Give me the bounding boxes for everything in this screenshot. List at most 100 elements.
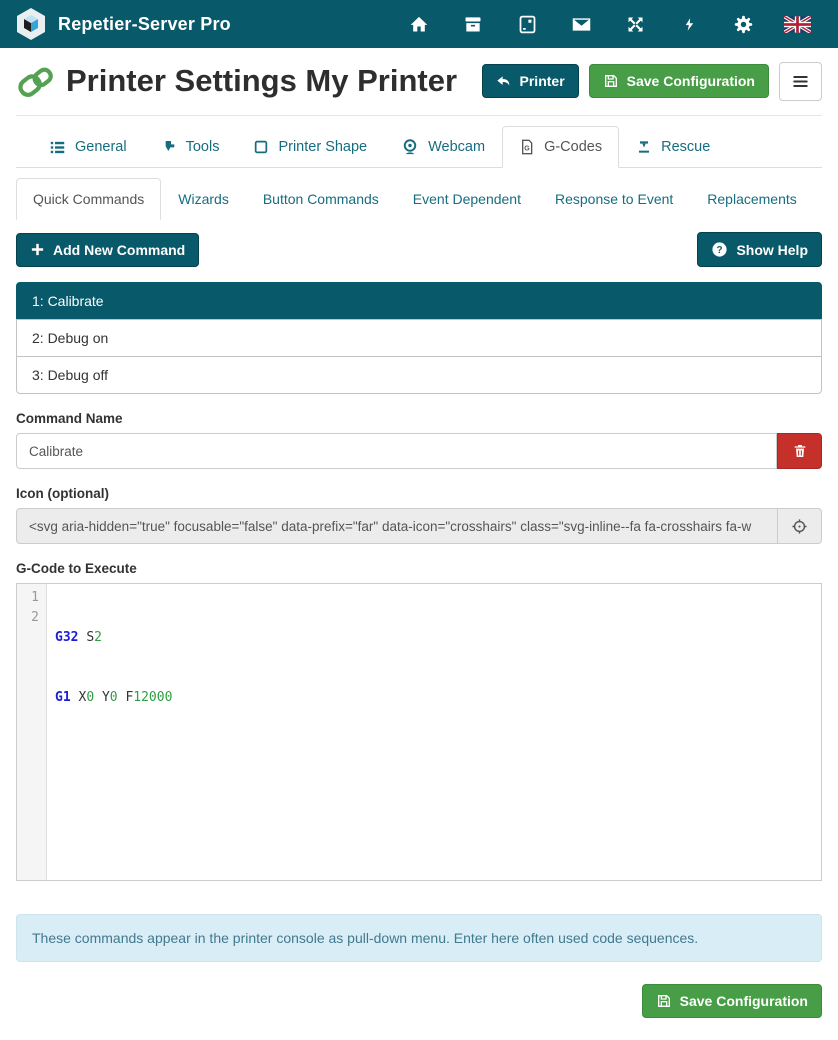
- repetier-logo-icon: [14, 7, 48, 41]
- code-token: Y: [102, 690, 110, 705]
- save-floppy-icon: [656, 993, 672, 1009]
- tab-g-codes[interactable]: G G-Codes: [502, 126, 619, 168]
- tab-rescue[interactable]: Rescue: [619, 126, 727, 168]
- hamburger-icon: [791, 72, 810, 91]
- save-configuration-button-bottom[interactable]: Save Configuration: [642, 984, 822, 1018]
- gcode-file-icon: G: [519, 139, 535, 155]
- page-header: Printer Settings My Printer Printer Save…: [16, 48, 822, 111]
- home-icon[interactable]: [392, 0, 446, 48]
- code-token: 2: [94, 630, 102, 645]
- fullscreen-icon[interactable]: [608, 0, 662, 48]
- tab-printer-shape[interactable]: Printer Shape: [236, 126, 384, 168]
- svg-text:G: G: [524, 146, 530, 153]
- save-configuration-button-top[interactable]: Save Configuration: [589, 64, 769, 98]
- tab-tools-label: Tools: [186, 139, 220, 155]
- code-token: 0: [86, 690, 94, 705]
- back-to-printer-label: Printer: [520, 73, 565, 89]
- reply-arrow-icon: [496, 73, 512, 89]
- line-number: 1: [17, 588, 39, 608]
- extruder-icon: [161, 139, 177, 155]
- tab-printer-shape-label: Printer Shape: [278, 139, 367, 155]
- command-item-label: 3: Debug off: [32, 367, 108, 383]
- subtab-wizards-label: Wizards: [178, 191, 229, 207]
- app-title: Repetier-Server Pro: [58, 14, 231, 35]
- subtab-quick-commands-label: Quick Commands: [33, 191, 144, 207]
- command-name-label: Command Name: [16, 411, 822, 426]
- header-divider: [16, 115, 822, 116]
- tab-general-label: General: [75, 139, 127, 155]
- subtab-event-dependent[interactable]: Event Dependent: [396, 178, 538, 220]
- save-floppy-icon: [603, 73, 619, 89]
- editor-line-numbers: 1 2: [17, 584, 47, 880]
- code-token: [94, 690, 102, 705]
- show-help-label: Show Help: [736, 242, 808, 258]
- subtab-response-to-event[interactable]: Response to Event: [538, 178, 690, 220]
- plus-icon: [30, 242, 45, 257]
- power-icon[interactable]: [662, 0, 716, 48]
- subtab-wizards[interactable]: Wizards: [161, 178, 246, 220]
- language-uk-flag-icon[interactable]: [770, 0, 824, 48]
- icon-optional-label: Icon (optional): [16, 486, 822, 501]
- tab-webcam-label: Webcam: [428, 139, 485, 155]
- storage-box-icon[interactable]: [446, 0, 500, 48]
- show-help-button[interactable]: ? Show Help: [697, 232, 822, 267]
- add-new-command-button[interactable]: Add New Command: [16, 233, 199, 267]
- command-item-label: 2: Debug on: [32, 330, 108, 346]
- subtab-replacements-label: Replacements: [707, 191, 797, 207]
- webcam-icon: [401, 138, 419, 156]
- code-token: 0: [110, 690, 118, 705]
- bottom-actions: Save Configuration: [16, 984, 822, 1018]
- gcode-to-execute-label: G-Code to Execute: [16, 561, 822, 576]
- command-list-item-calibrate[interactable]: 1: Calibrate: [16, 282, 822, 320]
- print-bed-icon[interactable]: [500, 0, 554, 48]
- save-configuration-label-top: Save Configuration: [627, 73, 755, 89]
- subtab-replacements[interactable]: Replacements: [690, 178, 814, 220]
- tab-general[interactable]: General: [32, 126, 144, 168]
- subtab-button-commands-label: Button Commands: [263, 191, 379, 207]
- delete-command-button[interactable]: [777, 433, 822, 469]
- svg-text:?: ?: [717, 245, 723, 256]
- rescue-icon: [636, 139, 652, 155]
- code-token: 12000: [133, 690, 172, 705]
- code-line: G1 X0 Y0 F12000: [55, 688, 821, 708]
- gcode-subtabs: Quick Commands Wizards Button Commands E…: [16, 178, 822, 220]
- subtab-quick-commands[interactable]: Quick Commands: [16, 178, 161, 220]
- command-list-item-debug-off[interactable]: 3: Debug off: [16, 356, 822, 394]
- icon-group: [16, 508, 822, 544]
- subtab-button-commands[interactable]: Button Commands: [246, 178, 396, 220]
- top-navbar: Repetier-Server Pro: [0, 0, 838, 48]
- quick-command-list: 1: Calibrate 2: Debug on 3: Debug off: [16, 282, 822, 394]
- command-name-group: [16, 433, 822, 469]
- icon-preview-addon[interactable]: [778, 508, 822, 544]
- tab-g-codes-label: G-Codes: [544, 139, 602, 155]
- save-configuration-label-bottom: Save Configuration: [680, 993, 808, 1009]
- gcode-editor[interactable]: 1 2 G32 S2 G1 X0 Y0 F12000: [16, 583, 822, 881]
- tab-tools[interactable]: Tools: [144, 126, 237, 168]
- command-list-item-debug-on[interactable]: 2: Debug on: [16, 319, 822, 357]
- code-line: G32 S2: [55, 628, 821, 648]
- link-chain-icon: [16, 61, 56, 101]
- code-token: G32: [55, 630, 78, 645]
- subtab-response-to-event-label: Response to Event: [555, 191, 673, 207]
- command-name-input[interactable]: [16, 433, 777, 469]
- trash-icon: [792, 443, 808, 459]
- info-alert: These commands appear in the printer con…: [16, 914, 822, 962]
- subtab-event-dependent-label: Event Dependent: [413, 191, 521, 207]
- header-actions: Printer Save Configuration: [482, 62, 822, 101]
- code-token: G1: [55, 690, 71, 705]
- settings-gear-icon[interactable]: [716, 0, 770, 48]
- menu-button[interactable]: [779, 62, 822, 101]
- question-circle-icon: ?: [711, 241, 728, 258]
- page-title: Printer Settings My Printer: [66, 63, 457, 99]
- tab-webcam[interactable]: Webcam: [384, 126, 502, 168]
- back-to-printer-button[interactable]: Printer: [482, 64, 579, 98]
- list-icon: [49, 139, 66, 156]
- icon-input[interactable]: [16, 508, 778, 544]
- add-new-command-label: Add New Command: [53, 242, 185, 258]
- editor-code-area: G32 S2 G1 X0 Y0 F12000: [47, 584, 821, 880]
- crosshairs-icon: [791, 518, 808, 535]
- command-item-label: 1: Calibrate: [32, 293, 104, 309]
- messages-icon[interactable]: [554, 0, 608, 48]
- navbar-icon-group: [392, 0, 824, 48]
- code-token: S: [86, 630, 94, 645]
